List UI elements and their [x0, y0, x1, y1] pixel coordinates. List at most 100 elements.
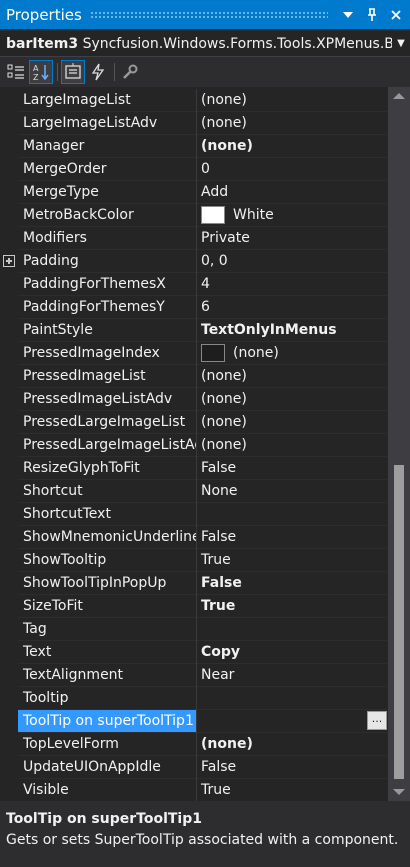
- vertical-scrollbar[interactable]: [388, 87, 410, 801]
- property-value[interactable]: 0: [197, 158, 387, 181]
- property-value[interactable]: (none): [197, 434, 387, 457]
- property-name[interactable]: PaddingForThemesY: [18, 296, 196, 319]
- property-name[interactable]: ResizeGlyphToFit: [18, 457, 196, 480]
- property-row[interactable]: UpdateUIOnAppIdle False: [0, 756, 387, 779]
- ellipsis-button[interactable]: ...: [367, 711, 387, 730]
- property-name[interactable]: PaintStyle: [18, 319, 196, 342]
- property-name[interactable]: MergeOrder: [18, 158, 196, 181]
- scroll-up-icon[interactable]: [393, 93, 405, 99]
- property-value[interactable]: Near: [197, 664, 387, 687]
- property-row[interactable]: MergeType Add: [0, 181, 387, 204]
- property-name[interactable]: PaddingForThemesX: [18, 273, 196, 296]
- property-value[interactable]: False: [197, 756, 387, 779]
- property-row[interactable]: MergeOrder 0: [0, 158, 387, 181]
- property-value[interactable]: White: [197, 204, 387, 227]
- property-value[interactable]: False: [197, 526, 387, 549]
- property-row[interactable]: PressedImageListAdv (none): [0, 388, 387, 411]
- property-value[interactable]: [197, 710, 387, 733]
- property-row[interactable]: ShowToolTipInPopUp False: [0, 572, 387, 595]
- property-value[interactable]: (none): [197, 365, 387, 388]
- property-name[interactable]: ShowTooltip: [18, 549, 196, 572]
- property-value[interactable]: (none): [197, 411, 387, 434]
- property-row[interactable]: Modifiers Private: [0, 227, 387, 250]
- property-row[interactable]: Visible True: [0, 779, 387, 801]
- property-name[interactable]: ShowToolTipInPopUp: [18, 572, 196, 595]
- property-value[interactable]: Add: [197, 181, 387, 204]
- property-name[interactable]: PressedImageListAdv: [18, 388, 196, 411]
- property-value[interactable]: True: [197, 779, 387, 801]
- property-name[interactable]: PressedImageList: [18, 365, 196, 388]
- property-row[interactable]: Text Copy: [0, 641, 387, 664]
- property-name[interactable]: UpdateUIOnAppIdle: [18, 756, 196, 779]
- property-value[interactable]: [197, 618, 387, 641]
- property-row[interactable]: TextAlignment Near: [0, 664, 387, 687]
- property-value[interactable]: (none): [197, 112, 387, 135]
- property-row[interactable]: TopLevelForm (none): [0, 733, 387, 756]
- property-row[interactable]: Tag: [0, 618, 387, 641]
- property-value[interactable]: True: [197, 595, 387, 618]
- scroll-down-icon[interactable]: [393, 789, 405, 795]
- property-value[interactable]: [197, 687, 387, 710]
- property-name[interactable]: Modifiers: [18, 227, 196, 250]
- property-row[interactable]: LargeImageListAdv (none): [0, 112, 387, 135]
- properties-button[interactable]: [61, 60, 85, 84]
- property-value[interactable]: [197, 503, 387, 526]
- property-value[interactable]: 6: [197, 296, 387, 319]
- property-value[interactable]: 0, 0: [197, 250, 387, 273]
- property-name[interactable]: LargeImageListAdv: [18, 112, 196, 135]
- property-value[interactable]: (none): [197, 135, 387, 158]
- property-pages-button[interactable]: [118, 60, 142, 84]
- property-row[interactable]: MetroBackColor White: [0, 204, 387, 227]
- dropdown-icon[interactable]: [338, 5, 358, 25]
- property-row[interactable]: PressedImageIndex (none): [0, 342, 387, 365]
- property-value[interactable]: (none): [197, 388, 387, 411]
- property-value[interactable]: Private: [197, 227, 387, 250]
- property-name[interactable]: SizeToFit: [18, 595, 196, 618]
- property-name[interactable]: MergeType: [18, 181, 196, 204]
- property-value[interactable]: False: [197, 572, 387, 595]
- property-name[interactable]: MetroBackColor: [18, 204, 196, 227]
- property-row[interactable]: Tooltip: [0, 687, 387, 710]
- property-value[interactable]: (none): [197, 733, 387, 756]
- pin-icon[interactable]: [362, 5, 382, 25]
- property-name[interactable]: PressedLargeImageListAdv: [18, 434, 196, 457]
- property-row[interactable]: Shortcut None: [0, 480, 387, 503]
- property-row[interactable]: PaintStyle TextOnlyInMenus: [0, 319, 387, 342]
- property-row[interactable]: Manager (none): [0, 135, 387, 158]
- property-name[interactable]: PressedImageIndex: [18, 342, 196, 365]
- property-row[interactable]: Padding 0, 0: [0, 250, 387, 273]
- property-value[interactable]: Copy: [197, 641, 387, 664]
- property-row[interactable]: ShowTooltip True: [0, 549, 387, 572]
- property-row[interactable]: PressedLargeImageList (none): [0, 411, 387, 434]
- property-name[interactable]: Padding: [18, 250, 196, 273]
- alphabetical-button[interactable]: A Z: [29, 60, 53, 84]
- property-value[interactable]: False: [197, 457, 387, 480]
- property-name[interactable]: PressedLargeImageList: [18, 411, 196, 434]
- property-row[interactable]: ResizeGlyphToFit False: [0, 457, 387, 480]
- property-name[interactable]: Tooltip: [18, 687, 196, 710]
- chevron-down-icon[interactable]: ▼: [392, 38, 410, 49]
- property-name[interactable]: Shortcut: [18, 480, 196, 503]
- property-name[interactable]: TopLevelForm: [18, 733, 196, 756]
- property-name[interactable]: Text: [18, 641, 196, 664]
- drag-grip[interactable]: [89, 11, 328, 18]
- scrollbar-thumb[interactable]: [394, 465, 404, 779]
- property-value[interactable]: 4: [197, 273, 387, 296]
- property-row[interactable]: PaddingForThemesY 6: [0, 296, 387, 319]
- property-row[interactable]: PressedImageList (none): [0, 365, 387, 388]
- property-name[interactable]: Manager: [18, 135, 196, 158]
- property-name[interactable]: TextAlignment: [18, 664, 196, 687]
- property-name[interactable]: Visible: [18, 779, 196, 801]
- property-name[interactable]: ShortcutText: [18, 503, 196, 526]
- property-row[interactable]: ShortcutText: [0, 503, 387, 526]
- property-row[interactable]: ToolTip on superToolTip1...: [0, 710, 387, 733]
- property-value[interactable]: True: [197, 549, 387, 572]
- property-name[interactable]: ToolTip on superToolTip1: [18, 710, 196, 733]
- property-row[interactable]: SizeToFit True: [0, 595, 387, 618]
- property-row[interactable]: PaddingForThemesX 4: [0, 273, 387, 296]
- expand-icon[interactable]: [3, 255, 15, 267]
- property-name[interactable]: ShowMnemonicUnderlines: [18, 526, 196, 549]
- property-value[interactable]: (none): [197, 342, 387, 365]
- property-name[interactable]: Tag: [18, 618, 196, 641]
- close-icon[interactable]: [386, 5, 406, 25]
